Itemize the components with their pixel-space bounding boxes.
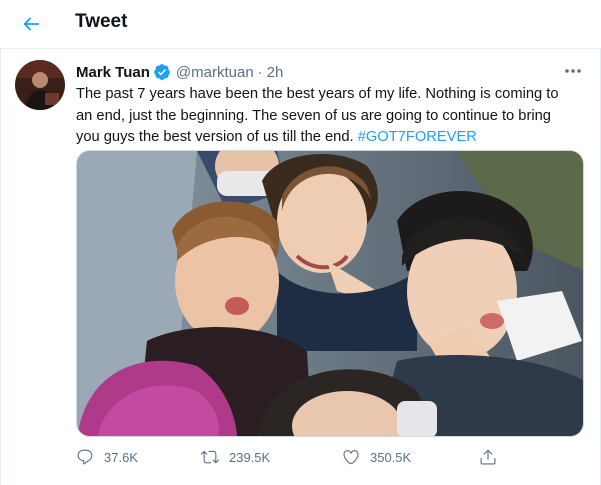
more-horizontal-icon: [565, 69, 581, 73]
author-handle[interactable]: @marktuan: [176, 64, 254, 81]
like-button[interactable]: 350.5K: [342, 446, 411, 468]
retweet-icon: [201, 450, 219, 464]
back-button[interactable]: [12, 6, 50, 42]
group-selfie-photo: [77, 151, 583, 436]
reply-icon: [77, 449, 93, 465]
separator-dot: ·: [257, 63, 263, 81]
like-count: 350.5K: [370, 449, 412, 465]
share-icon: [480, 449, 496, 465]
avatar[interactable]: [15, 60, 65, 110]
verified-badge-icon: [154, 64, 170, 80]
page-title: Tweet: [75, 11, 128, 32]
reply-count: 37.6K: [104, 449, 138, 465]
heart-icon: [343, 450, 359, 465]
share-button[interactable]: [479, 446, 497, 468]
tweet-text: The past 7 years have been the best year…: [76, 84, 588, 149]
avatar-image: [15, 60, 65, 110]
arrow-left-icon: [23, 17, 40, 31]
tweet-text-line: The past 7 years have been the best year…: [76, 86, 559, 102]
hashtag-link[interactable]: #GOT7FOREVER: [358, 129, 477, 145]
retweet-button[interactable]: 239.5K: [201, 446, 270, 468]
tweet-text-fragment: you guys the best version of us till the…: [76, 129, 358, 145]
retweet-count: 239.5K: [229, 449, 271, 465]
tweet-text-line: an end, just the beginning. The seven of…: [76, 107, 551, 124]
tweet-text-line: you guys the best version of us till the…: [76, 127, 588, 149]
left-column-divider: [0, 0, 1, 485]
tweet-author-row: Mark Tuan @marktuan · 2h: [76, 62, 283, 82]
more-options-button[interactable]: [562, 62, 584, 80]
tweet-media-photo[interactable]: [76, 150, 584, 437]
reply-button[interactable]: 37.6K: [76, 446, 138, 468]
page-header: Tweet: [0, 0, 601, 49]
tweet-timestamp[interactable]: 2h: [267, 64, 284, 81]
tweet-action-bar: 37.6K 239.5K 350.5K: [76, 446, 588, 468]
author-display-name[interactable]: Mark Tuan: [76, 64, 150, 81]
